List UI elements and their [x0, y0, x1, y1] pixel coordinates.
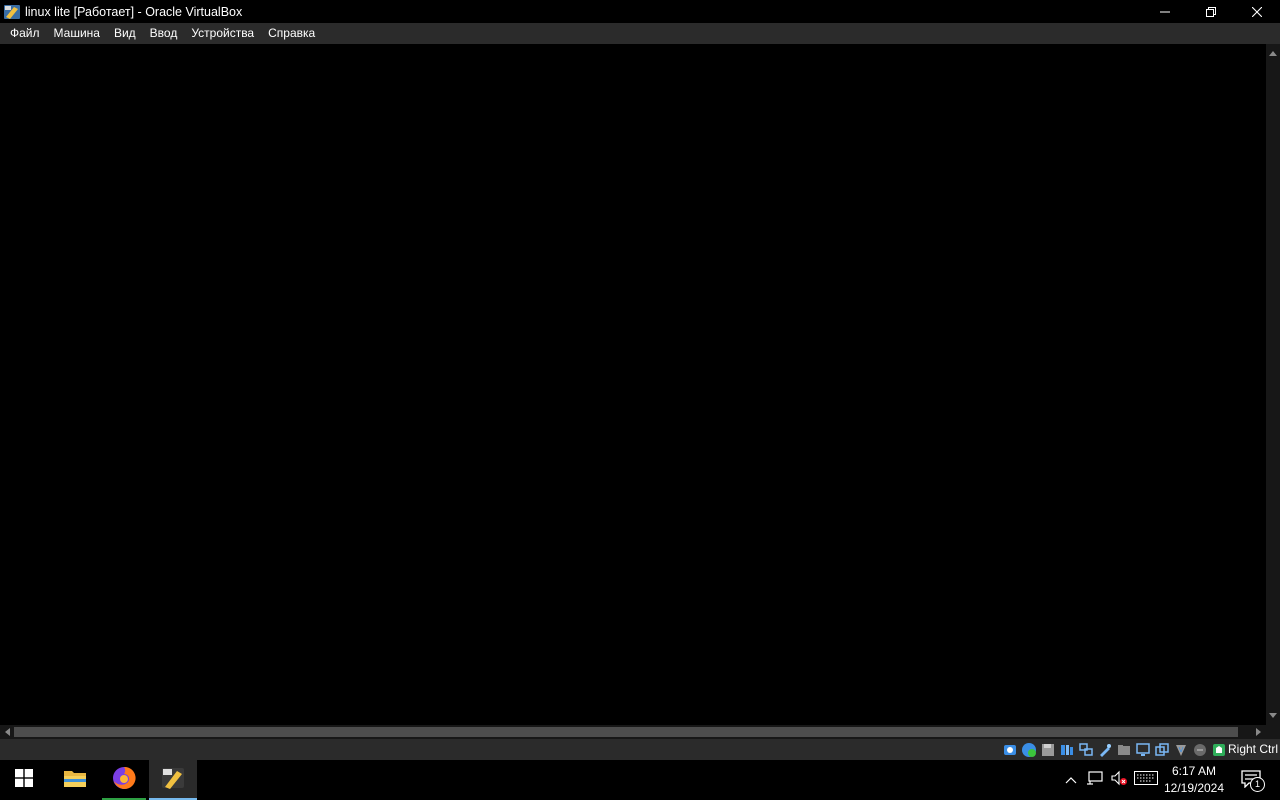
hard-disk-icon[interactable] — [1002, 742, 1018, 758]
volume-tray-button[interactable] — [1108, 760, 1130, 800]
minimize-button[interactable] — [1142, 0, 1188, 23]
recording-icon[interactable] — [1154, 742, 1170, 758]
windows-start-icon — [15, 768, 33, 792]
keyboard-icon[interactable] — [1211, 742, 1227, 758]
taskbar-clock[interactable]: 6:17 AM 12/19/2024 — [1158, 760, 1230, 800]
keyboard-icon — [1134, 770, 1158, 790]
horizontal-scroll-thumb[interactable] — [14, 727, 1238, 737]
close-button[interactable] — [1234, 0, 1280, 23]
display-icon[interactable] — [1135, 742, 1151, 758]
start-button[interactable] — [0, 760, 48, 800]
scroll-right-arrow-icon[interactable] — [1254, 727, 1264, 737]
audio-icon[interactable] — [1059, 742, 1075, 758]
network-tray-button[interactable] — [1084, 760, 1106, 800]
virtualbox-app-icon — [3, 3, 21, 21]
capture-icon[interactable]: V — [1173, 742, 1189, 758]
file-explorer-icon — [63, 768, 87, 793]
shared-folders-icon[interactable] — [1116, 742, 1132, 758]
window-title: linux lite [Работает] - Oracle VirtualBo… — [25, 4, 243, 19]
menu-view[interactable]: Вид — [107, 23, 143, 44]
action-center-button[interactable]: 1 — [1234, 760, 1270, 800]
host-key-label[interactable]: Right Ctrl — [1228, 739, 1278, 760]
network-wired-icon — [1086, 770, 1104, 791]
taskbar-firefox[interactable] — [102, 760, 146, 800]
touch-keyboard-button[interactable] — [1132, 760, 1160, 800]
restore-button[interactable] — [1188, 0, 1234, 23]
scroll-corner — [1266, 725, 1280, 739]
scroll-down-arrow-icon[interactable] — [1268, 711, 1278, 721]
window-titlebar[interactable]: linux lite [Работает] - Oracle VirtualBo… — [0, 0, 1280, 23]
vm-display[interactable] — [0, 44, 1266, 725]
notification-icon: 1 — [1241, 770, 1265, 792]
floppy-icon[interactable] — [1040, 742, 1056, 758]
windows-taskbar: 6:17 AM 12/19/2024 1 — [0, 760, 1280, 800]
chevron-up-icon — [1065, 771, 1077, 789]
menu-machine[interactable]: Машина — [47, 23, 107, 44]
vertical-scrollbar[interactable] — [1266, 44, 1280, 725]
scroll-up-arrow-icon[interactable] — [1268, 48, 1278, 58]
firefox-icon — [111, 765, 137, 796]
mouse-integration-icon[interactable] — [1192, 742, 1208, 758]
taskbar-file-explorer[interactable] — [51, 760, 99, 800]
optical-drive-icon[interactable] — [1021, 742, 1037, 758]
network-icon[interactable] — [1078, 742, 1094, 758]
clock-time: 6:17 AM — [1171, 764, 1217, 778]
scroll-left-arrow-icon[interactable] — [2, 727, 12, 737]
virtualbox-icon — [160, 765, 186, 796]
menu-file[interactable]: Файл — [0, 23, 47, 44]
menu-bar: Файл Машина Вид Ввод Устройства Справка — [0, 23, 1280, 44]
show-hidden-icons-button[interactable] — [1060, 760, 1082, 800]
menu-devices[interactable]: Устройства — [184, 23, 261, 44]
menu-help[interactable]: Справка — [261, 23, 322, 44]
speaker-muted-icon — [1110, 770, 1128, 791]
notification-count-badge: 1 — [1250, 777, 1265, 792]
horizontal-scrollbar[interactable] — [0, 725, 1266, 739]
taskbar-virtualbox[interactable] — [149, 760, 197, 800]
usb-icon[interactable] — [1097, 742, 1113, 758]
clock-date: 12/19/2024 — [1163, 781, 1225, 795]
svg-text:V: V — [1179, 746, 1184, 754]
menu-input[interactable]: Ввод — [143, 23, 185, 44]
vm-status-bar: V Right Ctrl — [0, 739, 1280, 760]
